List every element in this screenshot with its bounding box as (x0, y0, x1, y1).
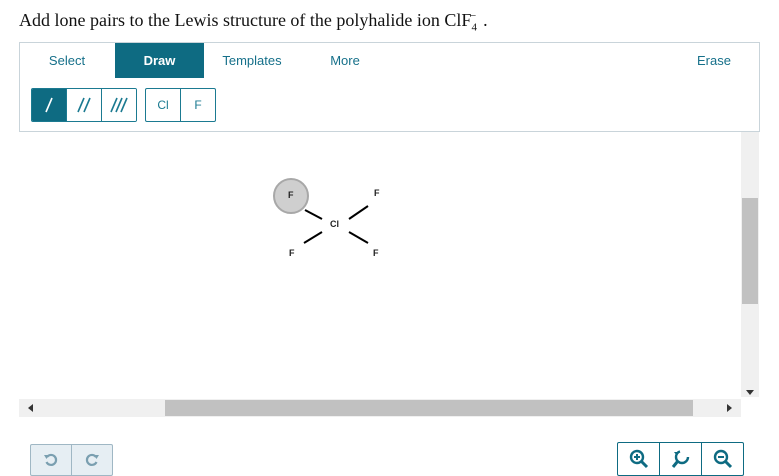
bond-cl-f-top-left[interactable] (304, 209, 323, 220)
undo-button[interactable] (31, 445, 72, 475)
zoom-in-icon (629, 449, 648, 469)
zoom-controls (617, 442, 744, 476)
editor-tabs: Select Draw Templates More Erase (19, 42, 760, 79)
redo-button[interactable] (72, 445, 112, 475)
question-text: Add lone pairs to the Lewis structure of… (19, 10, 488, 34)
double-bond-icon (77, 97, 91, 113)
single-bond-icon (45, 97, 53, 113)
zoom-out-button[interactable] (702, 443, 743, 475)
ion-formula: ClF4− (444, 10, 483, 34)
reset-zoom-icon (671, 449, 689, 468)
reset-zoom-button[interactable] (660, 443, 702, 475)
redo-icon (85, 453, 99, 467)
bond-cl-f-bottom-left[interactable] (303, 231, 323, 244)
atom-f-bottom-left[interactable]: F (289, 248, 295, 258)
atom-f-button[interactable]: F (181, 89, 215, 121)
atom-tools: Cl F (145, 88, 216, 122)
formula-base: ClF (444, 10, 472, 30)
tab-more[interactable]: More (305, 43, 385, 78)
scroll-down-arrow-icon[interactable] (746, 390, 754, 395)
atom-f-top-left[interactable]: F (288, 190, 294, 200)
undo-icon (44, 453, 58, 467)
history-controls (30, 444, 113, 476)
erase-button[interactable]: Erase (678, 43, 750, 78)
tab-select[interactable]: Select (20, 43, 114, 78)
bond-tools (31, 88, 137, 122)
vertical-scrollbar[interactable] (741, 132, 759, 397)
draw-toolbar: Cl F (19, 78, 760, 132)
scroll-left-arrow-icon[interactable] (28, 404, 33, 412)
double-bond-button[interactable] (67, 89, 102, 121)
question-prompt: Add lone pairs to the Lewis structure of… (19, 10, 445, 30)
atom-f-top-right[interactable]: F (374, 188, 380, 198)
atom-f-bottom-right[interactable]: F (373, 248, 379, 258)
single-bond-button[interactable] (32, 89, 67, 121)
question-end: . (483, 10, 488, 30)
bond-cl-f-bottom-right[interactable] (348, 231, 369, 244)
formula-subscript: 4 (471, 21, 477, 34)
drawing-canvas[interactable]: F F Cl F F (19, 132, 744, 476)
tab-draw[interactable]: Draw (115, 43, 204, 78)
atom-cl-button[interactable]: Cl (146, 89, 181, 121)
vertical-scroll-thumb[interactable] (742, 198, 758, 304)
triple-bond-icon (110, 97, 128, 113)
formula-charge: − (469, 10, 477, 22)
horizontal-scroll-thumb[interactable] (165, 400, 693, 416)
triple-bond-button[interactable] (102, 89, 136, 121)
molecule-editor: Select Draw Templates More Erase Cl F F … (19, 42, 760, 476)
zoom-in-button[interactable] (618, 443, 660, 475)
tab-templates[interactable]: Templates (205, 43, 299, 78)
scroll-right-arrow-icon[interactable] (727, 404, 732, 412)
atom-cl-central[interactable]: Cl (330, 219, 339, 229)
bond-cl-f-top-right[interactable] (348, 205, 369, 220)
horizontal-scrollbar[interactable] (19, 399, 741, 417)
zoom-out-icon (713, 449, 732, 469)
bond-lines (303, 205, 369, 244)
